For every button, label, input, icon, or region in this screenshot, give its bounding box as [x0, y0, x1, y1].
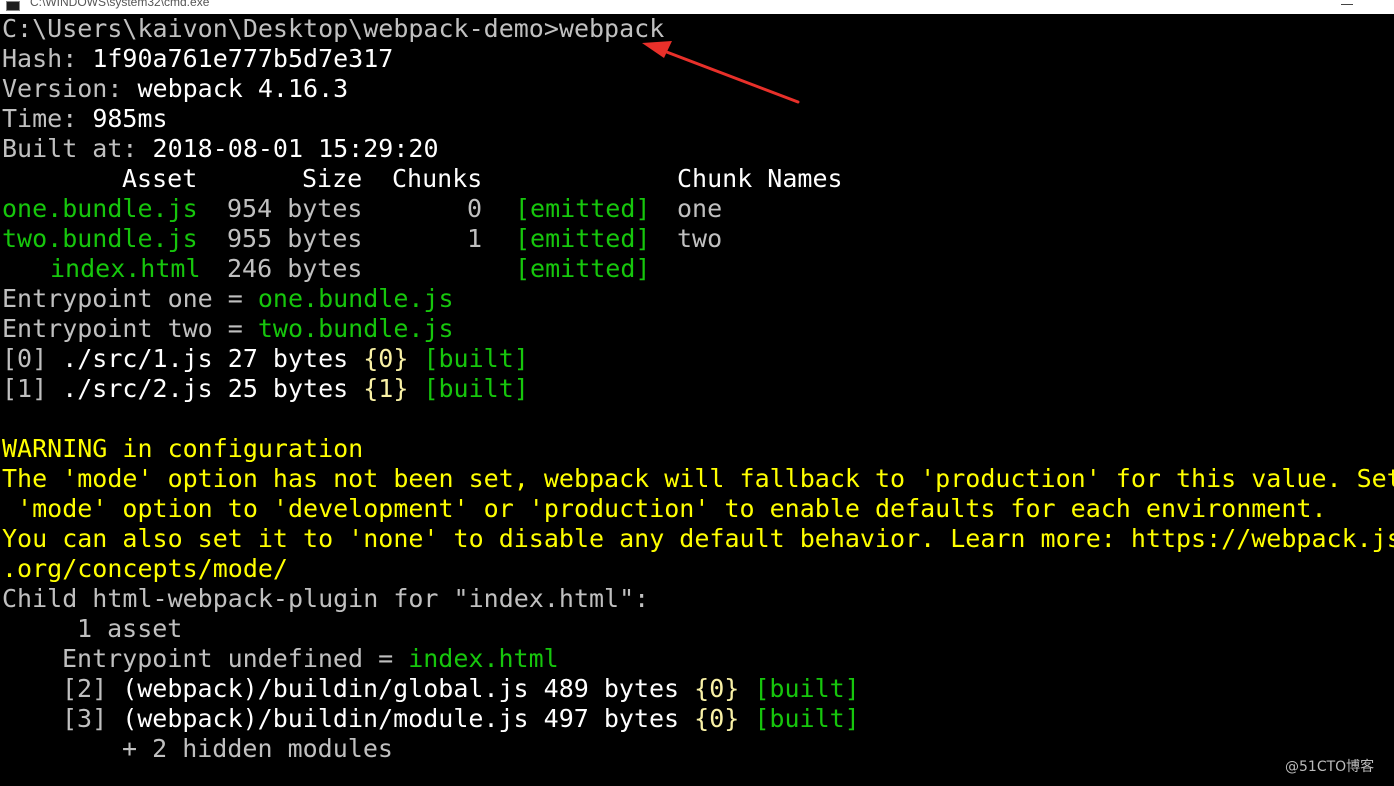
child-module-line: [3] (webpack)/buildin/module.js 497 byte…: [62, 704, 860, 734]
child-entrypoint-label: Entrypoint undefined =: [62, 644, 409, 673]
entrypoint-file: one.bundle.js: [257, 284, 454, 313]
child-entrypoint-file: index.html: [408, 644, 559, 673]
command-text: webpack: [558, 14, 665, 43]
minimize-button[interactable]: [1341, 4, 1353, 5]
watermark: @51CTO博客: [1285, 759, 1375, 775]
asset-chunks: 0: [467, 194, 483, 223]
module-status: [built]: [754, 674, 860, 703]
module-id: [3]: [62, 704, 108, 733]
module-chunk: {0}: [363, 344, 409, 373]
table-row: one.bundle.js 954 bytes 0 [emitted] one: [2, 194, 1394, 224]
warning-text-line: You can also set it to 'none' to disable…: [2, 524, 1394, 553]
warning-text-line: 'mode' option to 'development' or 'produ…: [2, 494, 1327, 523]
table-row: index.html 246 bytes [emitted]: [2, 254, 1394, 284]
child-hidden-modules: + 2 hidden modules: [122, 734, 393, 763]
module-path: ./src/2.js 25 bytes: [47, 374, 364, 403]
entrypoint-label: Entrypoint one =: [2, 284, 258, 313]
child-entrypoint-line: Entrypoint undefined = index.html: [62, 644, 559, 674]
built-at-line: Built at: 2018-08-01 15:29:20: [2, 134, 439, 164]
module-status: [built]: [754, 704, 860, 733]
entrypoint-label: Entrypoint two =: [2, 314, 258, 343]
time-label: Time:: [2, 104, 93, 133]
asset-name: index.html: [50, 254, 201, 283]
prompt-path: C:\Users\kaivon\Desktop\webpack-demo>: [2, 14, 559, 43]
module-id: [0]: [2, 344, 48, 373]
cmd-window: C:\WINDOWS\system32\cmd.exe C:\Users\kai…: [0, 0, 1394, 786]
header-asset: Asset: [122, 164, 198, 193]
built-at-value: 2018-08-01 15:29:20: [152, 134, 439, 163]
module-path: (webpack)/buildin/global.js 489 bytes: [107, 674, 695, 703]
header-size: Size: [302, 164, 363, 193]
child-module-line: [2] (webpack)/buildin/global.js 489 byte…: [62, 674, 860, 704]
module-path: ./src/1.js 27 bytes: [47, 344, 364, 373]
cmd-icon: [6, 1, 20, 11]
version-label: Version:: [2, 74, 138, 103]
asset-chunk-names: one: [677, 194, 723, 223]
module-id: [2]: [62, 674, 108, 703]
asset-size: 954 bytes: [227, 194, 363, 223]
header-chunks: Chunks: [392, 164, 483, 193]
prompt-line: C:\Users\kaivon\Desktop\webpack-demo>web…: [2, 14, 664, 44]
asset-status: [emitted]: [515, 194, 651, 223]
time-value: 985ms: [92, 104, 168, 133]
window-title: C:\WINDOWS\system32\cmd.exe: [30, 0, 210, 9]
built-at-label: Built at:: [2, 134, 153, 163]
asset-status: [emitted]: [515, 224, 651, 253]
module-chunk: {0}: [694, 674, 740, 703]
version-line: Version: webpack 4.16.3: [2, 74, 348, 104]
entrypoint-line: Entrypoint one = one.bundle.js: [2, 284, 454, 314]
asset-size: 246 bytes: [227, 254, 363, 283]
module-chunk: {0}: [694, 704, 740, 733]
asset-size: 955 bytes: [227, 224, 363, 253]
hash-line: Hash: 1f90a761e777b5d7e317: [2, 44, 393, 74]
table-row: two.bundle.js 955 bytes 1 [emitted] two: [2, 224, 1394, 254]
asset-chunks: 1: [467, 224, 483, 253]
module-id: [1]: [2, 374, 48, 403]
asset-status: [emitted]: [515, 254, 651, 283]
hash-value: 1f90a761e777b5d7e317: [92, 44, 394, 73]
module-line: [1] ./src/2.js 25 bytes {1} [built]: [2, 374, 529, 404]
module-status: [built]: [423, 374, 529, 403]
module-path: (webpack)/buildin/module.js 497 bytes: [107, 704, 695, 733]
time-line: Time: 985ms: [2, 104, 168, 134]
version-value: webpack 4.16.3: [137, 74, 349, 103]
warning-title: WARNING in configuration: [2, 434, 364, 463]
module-line: [0] ./src/1.js 27 bytes {0} [built]: [2, 344, 529, 374]
warning-text-line: The 'mode' option has not been set, webp…: [2, 464, 1394, 493]
entrypoint-file: two.bundle.js: [257, 314, 454, 343]
child-header: Child html-webpack-plugin for "index.htm…: [2, 584, 650, 613]
header-chunk-names: Chunk Names: [677, 164, 843, 193]
warning-text-line: .org/concepts/mode/: [2, 554, 288, 583]
entrypoint-line: Entrypoint two = two.bundle.js: [2, 314, 454, 344]
asset-name: two.bundle.js: [2, 224, 198, 253]
module-status: [built]: [423, 344, 529, 373]
child-asset-count: 1 asset: [77, 614, 183, 643]
module-chunk: {1}: [363, 374, 409, 403]
hash-label: Hash:: [2, 44, 93, 73]
asset-chunk-names: two: [677, 224, 723, 253]
asset-name: one.bundle.js: [2, 194, 198, 223]
console-output[interactable]: C:\Users\kaivon\Desktop\webpack-demo>web…: [2, 14, 1394, 786]
title-bar[interactable]: C:\WINDOWS\system32\cmd.exe: [0, 0, 1394, 14]
